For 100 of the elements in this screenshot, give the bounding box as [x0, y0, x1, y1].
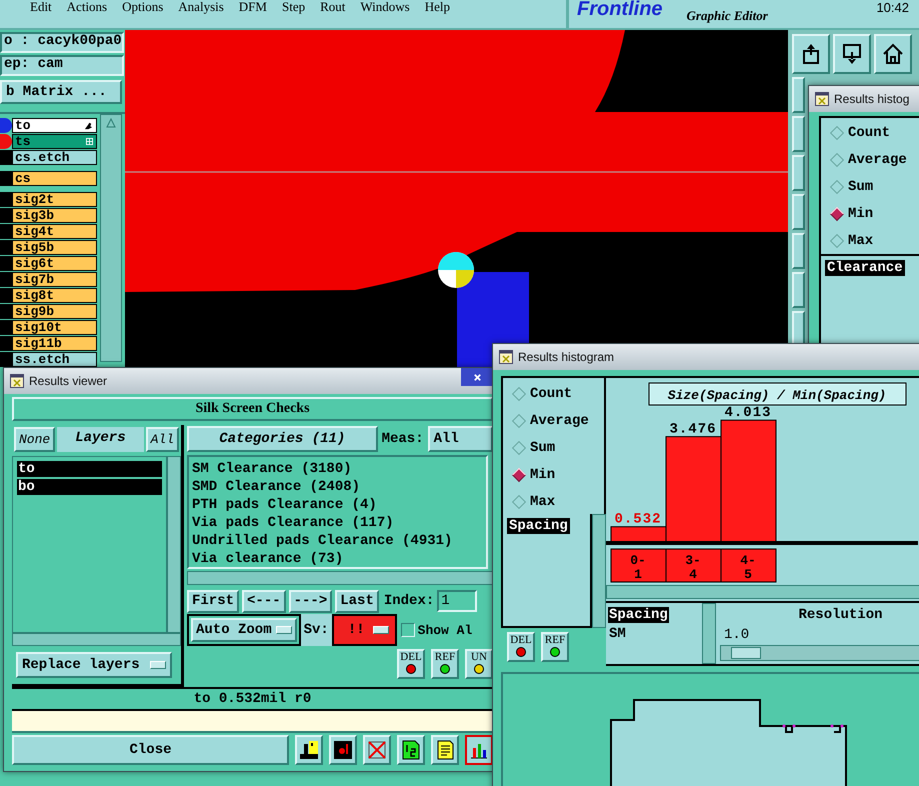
toolbar-button[interactable] — [465, 735, 493, 765]
tool-button[interactable]: REF — [541, 632, 569, 662]
layer-list-item[interactable]: bo — [17, 479, 162, 496]
tool-button[interactable]: DEL — [507, 632, 535, 662]
layer-item[interactable]: sig4t — [12, 224, 97, 238]
mode-radio[interactable]: Average — [829, 151, 919, 169]
layer-list-item[interactable]: to — [17, 461, 162, 478]
index-field[interactable]: 1 — [437, 590, 478, 612]
close-button[interactable]: Close — [12, 735, 289, 765]
layer-item[interactable]: sig9b — [12, 304, 97, 318]
mode-radio[interactable]: Min — [829, 205, 919, 223]
category-item[interactable]: PTH pads Clearance (4) — [192, 496, 483, 514]
nav-button[interactable]: First — [187, 590, 240, 612]
scrollbar[interactable] — [12, 632, 181, 646]
slider-thumb[interactable] — [731, 647, 762, 659]
app-subtitle: Graphic Editor — [686, 8, 768, 24]
layer-item[interactable]: cs — [12, 170, 97, 186]
layer-item[interactable]: sig8t — [12, 288, 97, 302]
menu-item[interactable]: Rout — [320, 0, 346, 14]
all-button[interactable]: All — [146, 427, 179, 452]
bin-label[interactable]: 3- 4 — [666, 548, 722, 582]
menu-item[interactable]: Help — [424, 0, 450, 14]
scrollbar[interactable] — [606, 585, 919, 599]
show-all-checkbox[interactable] — [400, 623, 415, 637]
mode-radio[interactable]: Sum — [511, 439, 604, 457]
menu-item[interactable]: DFM — [238, 0, 267, 14]
menu-item[interactable]: Edit — [30, 0, 52, 14]
layer-marker — [0, 256, 12, 270]
menu-item[interactable]: Step — [282, 0, 306, 14]
severity-dropdown[interactable]: !! — [332, 614, 397, 646]
histogram-bar[interactable] — [720, 420, 776, 544]
layer-item[interactable]: sig5b — [12, 240, 97, 254]
layer-item[interactable]: sig7b — [12, 272, 97, 286]
nav-button[interactable]: ---> — [288, 590, 332, 612]
menu-item[interactable]: Options — [122, 0, 164, 14]
show-all-label: Show Al — [418, 622, 472, 638]
measure-item[interactable]: Spacing — [608, 607, 669, 623]
sv-label: Sv: — [300, 614, 332, 646]
close-button[interactable] — [461, 368, 493, 386]
layer-item[interactable]: to — [12, 118, 97, 132]
none-button[interactable]: None — [14, 427, 56, 452]
grid-icon — [86, 138, 93, 144]
replace-layers-dropdown[interactable]: Replace layers — [16, 652, 172, 678]
category-item[interactable]: SMD Clearance (2408) — [192, 478, 483, 496]
tool-button[interactable]: DEL — [397, 649, 425, 679]
mode-radio[interactable]: Max — [829, 232, 919, 250]
mode-radio[interactable]: Count — [829, 124, 919, 142]
matrix-button[interactable]: b Matrix ... — [0, 80, 122, 104]
scrollbar[interactable] — [167, 456, 181, 633]
menu-item[interactable]: Actions — [66, 0, 108, 14]
category-item[interactable]: Via clearance (73) — [192, 550, 483, 568]
document-icon — [435, 740, 455, 760]
histogram-bar[interactable] — [666, 436, 722, 544]
meas-label: Meas: — [382, 431, 424, 447]
meas-dropdown[interactable]: All — [428, 426, 493, 452]
scrollbar[interactable] — [592, 514, 606, 628]
mode-radio[interactable]: Max — [511, 493, 604, 511]
tool-button[interactable]: REF — [431, 649, 459, 679]
measure-item[interactable]: SM — [608, 626, 627, 642]
close-icon — [472, 372, 482, 382]
list-item[interactable]: Spacing — [507, 518, 570, 534]
bin-label[interactable]: 4- 5 — [720, 548, 776, 582]
category-item[interactable]: SM Clearance (3180) — [192, 460, 483, 478]
chart-title: Size(Spacing) / Min(Spacing) — [668, 388, 886, 403]
record-icon — [333, 740, 353, 760]
layer-item[interactable]: cs.etch — [12, 150, 97, 164]
resolution-slider[interactable] — [720, 645, 919, 661]
auto-zoom-dropdown[interactable]: Auto Zoom — [191, 618, 297, 642]
layer-marker — [0, 304, 12, 318]
menu-item[interactable]: Analysis — [178, 0, 224, 14]
scrollbar[interactable] — [100, 114, 122, 362]
mode-radio[interactable]: Sum — [829, 178, 919, 196]
categories-button[interactable]: Categories (11) — [187, 426, 378, 452]
layer-item[interactable]: ss.etch — [12, 352, 97, 366]
nav-button[interactable]: <--- — [242, 590, 286, 612]
menu-item[interactable]: Windows — [360, 0, 410, 14]
layer-item[interactable]: sig3b — [12, 208, 97, 222]
scrollbar[interactable] — [702, 603, 716, 664]
logo-text: Frontline — [577, 0, 663, 18]
layer-item[interactable]: sig6t — [12, 256, 97, 270]
nav-button[interactable]: Last — [335, 590, 379, 612]
bar-value-label: 3.476 — [670, 422, 716, 438]
layer-item[interactable]: sig2t — [12, 192, 97, 206]
mode-radio[interactable]: Count — [511, 385, 604, 403]
layer-item[interactable]: ts — [12, 134, 97, 148]
panel-heading: Silk Screen Checks — [12, 397, 493, 421]
index-label: Index: — [384, 593, 434, 609]
category-item[interactable]: Undrilled pads Clearance (4931) — [192, 532, 483, 550]
layer-item[interactable]: sig11b — [12, 336, 97, 350]
bin-label[interactable]: 0- 1 — [610, 548, 666, 582]
resolution-value: 1.0 — [724, 627, 750, 643]
mode-radio[interactable]: Average — [511, 412, 604, 430]
chart-title: Size(Spacing) / Min(Spacing) — [648, 382, 906, 406]
layer-marker — [0, 352, 12, 366]
category-item[interactable]: Via pads Clearance (117) — [192, 514, 483, 532]
list-item[interactable]: Clearance — [825, 260, 905, 276]
mode-radio[interactable]: Min — [511, 466, 604, 484]
scrollbar[interactable] — [187, 571, 493, 585]
layer-item[interactable]: sig10t — [12, 320, 97, 334]
tool-button[interactable]: UN — [465, 649, 493, 679]
